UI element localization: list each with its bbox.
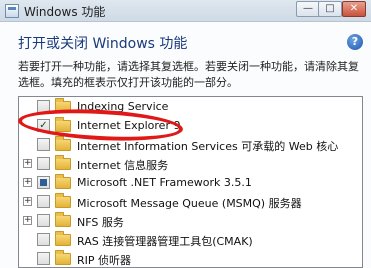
expand-icon[interactable]: +	[23, 197, 32, 206]
expand-icon[interactable]: +	[23, 216, 32, 225]
folder-icon	[55, 250, 71, 265]
windows-features-dialog: Windows 功能 — □ ✕ 打开或关闭 Windows 功能 ? 若要打开…	[0, 0, 371, 268]
feature-checkbox[interactable]	[37, 233, 50, 246]
maximize-button[interactable]: □	[318, 1, 342, 17]
feature-label: Internet 信息服务	[77, 159, 169, 172]
close-button[interactable]: ✕	[342, 1, 366, 17]
feature-label: Microsoft .NET Framework 3.5.1	[77, 176, 252, 189]
folder-icon	[55, 193, 71, 208]
folder-icon	[55, 231, 71, 246]
feature-label: RAS 连接管理器管理工具包(CMAK)	[77, 235, 253, 248]
feature-checkbox[interactable]	[37, 195, 50, 208]
expand-icon[interactable]: +	[23, 178, 32, 187]
folder-icon	[55, 155, 71, 170]
feature-row-internet-information-services[interactable]: + Internet 信息服务	[19, 155, 362, 173]
feature-row-iis-hostable-web-core[interactable]: Internet Information Services 可承载的 Web 核…	[19, 136, 362, 154]
folder-icon	[55, 174, 71, 189]
feature-checkbox[interactable]	[37, 214, 50, 227]
feature-row-ras-cmak[interactable]: RAS 连接管理器管理工具包(CMAK)	[19, 231, 362, 249]
feature-label: RIP 侦听器	[77, 254, 132, 267]
window-icon	[5, 4, 19, 18]
help-icon[interactable]: ?	[347, 34, 363, 50]
feature-row-nfs-services[interactable]: + NFS 服务	[19, 212, 362, 230]
expand-icon[interactable]: +	[23, 159, 32, 168]
title-bar: Windows 功能 — □ ✕	[0, 0, 371, 22]
folder-icon	[55, 136, 71, 151]
feature-label: Microsoft Message Queue (MSMQ) 服务器	[77, 197, 302, 210]
folder-icon	[55, 212, 71, 227]
page-title: 打开或关闭 Windows 功能	[18, 36, 188, 52]
feature-checkbox[interactable]	[37, 252, 50, 265]
feature-checkbox[interactable]	[37, 138, 50, 151]
feature-label: NFS 服务	[77, 216, 124, 229]
feature-row-msmq-server[interactable]: + Microsoft Message Queue (MSMQ) 服务器	[19, 193, 362, 211]
feature-checkbox[interactable]	[37, 157, 50, 170]
feature-row-dotnet-framework[interactable]: + Microsoft .NET Framework 3.5.1	[19, 174, 362, 192]
feature-checkbox[interactable]	[37, 176, 50, 189]
instructions-text: 若要打开一种功能，请选择其复选框。若要关闭一种功能，请清除其复选框。填充的框表示…	[18, 60, 359, 89]
minimize-button[interactable]: —	[296, 1, 320, 17]
window-title: Windows 功能	[24, 5, 106, 19]
feature-row-rip-listener[interactable]: RIP 侦听器	[19, 250, 362, 267]
